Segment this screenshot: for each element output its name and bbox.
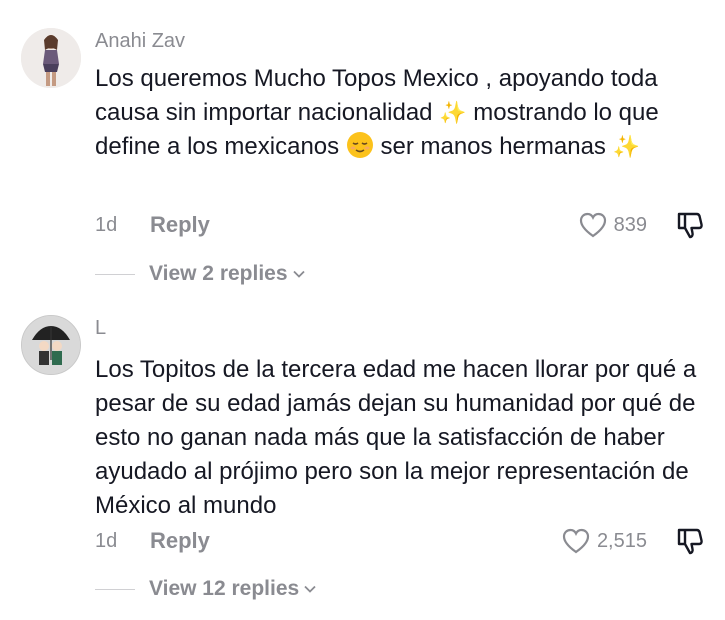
sparkles-icon: ✨ [612,134,640,159]
comment-age: 1d [95,530,118,552]
comment-item: Anahi Zav Los queremos Mucho Topos Mexic… [0,0,725,305]
heart-icon [562,528,590,554]
reply-button[interactable]: Reply [150,212,210,238]
sparkles-icon: ✨ [439,100,467,125]
chevron-down-icon [292,270,305,278]
umbrella-couple-avatar-icon [22,316,80,374]
comment-username[interactable]: L [95,317,106,340]
comment-actions: 1d Reply 839 [95,210,705,240]
chevron-down-icon [304,585,316,593]
avatar[interactable] [21,315,81,375]
divider [95,273,135,275]
avatar[interactable] [21,28,81,88]
comment-item: L Los Topitos de la tercera edad me hace… [0,305,725,620]
dislike-icon[interactable] [675,210,705,240]
comment-username[interactable]: Anahi Zav [95,30,185,53]
reply-button[interactable]: Reply [150,528,210,554]
relieved-face-icon [346,132,373,158]
comment-text: Los Topitos de la tercera edad me hacen … [95,356,697,519]
dislike-icon[interactable] [675,526,705,556]
divider [95,588,135,590]
comment-text: Los queremos Mucho Topos Mexico , apoyan… [95,62,715,164]
comment-text-part: ser manos hermanas [373,133,613,160]
view-replies-button[interactable]: View 12 replies [95,575,317,603]
comment-actions: 1d Reply 2,515 [95,526,705,556]
user-photo-avatar-icon [21,28,81,88]
heart-icon [579,212,606,238]
like-count: 2,515 [596,529,647,552]
comment-age: 1d [95,214,118,236]
like-button[interactable]: 2,515 [561,526,647,556]
view-replies-label: View 2 replies [149,262,288,285]
like-button[interactable]: 839 [578,210,647,240]
view-replies-button[interactable]: View 2 replies [95,260,306,288]
view-replies-label: View 12 replies [149,577,300,600]
like-count: 839 [613,213,647,236]
